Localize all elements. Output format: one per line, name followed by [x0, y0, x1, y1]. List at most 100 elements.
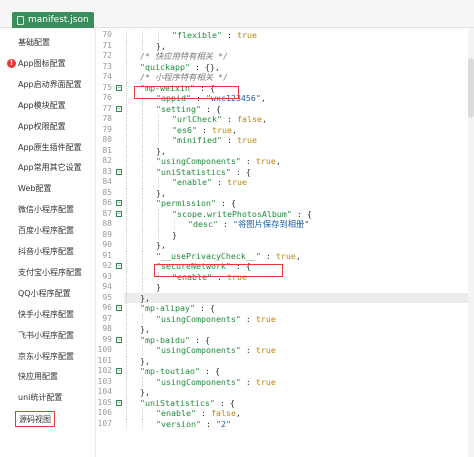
fold-toggle-icon[interactable]: −: [116, 84, 122, 91]
code-line[interactable]: "uniStatistics" : {: [124, 397, 474, 408]
code-token: :: [240, 156, 256, 166]
code-line[interactable]: }: [124, 282, 474, 293]
editor-scrollbar[interactable]: [468, 28, 474, 457]
code-line[interactable]: "desc" : "将图片保存到相册": [124, 219, 474, 230]
sidebar-item[interactable]: App常用其它设置: [18, 160, 82, 176]
sidebar-item[interactable]: uni统计配置: [18, 390, 62, 406]
code-line[interactable]: },: [124, 145, 474, 156]
sidebar-item[interactable]: 基础配置: [18, 35, 50, 51]
code-line[interactable]: },: [124, 292, 474, 303]
sidebar-item[interactable]: App图标配置: [18, 56, 66, 72]
sidebar-item[interactable]: 京东小程序配置: [18, 349, 74, 365]
fold-toggle-icon[interactable]: −: [116, 200, 122, 206]
code-line[interactable]: "enable" : true: [124, 177, 474, 188]
code-token: },: [156, 40, 166, 51]
tab-manifest-json[interactable]: manifest.json: [12, 12, 94, 28]
sidebar-item[interactable]: QQ小程序配置: [18, 286, 71, 302]
code-token: "usingComponents": [156, 156, 241, 166]
line-number: 72: [102, 51, 112, 60]
code-line[interactable]: "setting" : {: [124, 103, 474, 114]
code-line[interactable]: "quickapp" : {},: [124, 61, 474, 72]
code-token: "enable": [172, 177, 212, 187]
fold-toggle-icon[interactable]: −: [116, 399, 122, 406]
code-line[interactable]: "__usePrivacyCheck__" : true,: [124, 250, 474, 261]
indent-guide: [126, 408, 127, 419]
code-token: true: [255, 313, 276, 324]
code-token: ,: [261, 114, 267, 124]
code-line[interactable]: "usingComponents" : true,: [124, 156, 474, 167]
code-line[interactable]: "usingComponents" : true: [124, 345, 474, 356]
line-number: 101: [97, 355, 112, 365]
code-line[interactable]: "es6" : true,: [124, 124, 474, 135]
code-token: "version": [156, 418, 201, 429]
error-icon: !: [7, 59, 16, 69]
scrollbar-thumb[interactable]: [468, 58, 474, 118]
code-line[interactable]: },: [124, 240, 474, 251]
line-number: 78: [102, 114, 112, 123]
line-number: 82: [102, 156, 112, 165]
code-token: :: [211, 177, 227, 187]
sidebar-item[interactable]: 快应用配置: [18, 369, 58, 385]
fold-toggle-icon[interactable]: −: [116, 168, 122, 175]
code-line[interactable]: },: [124, 40, 474, 51]
sidebar-item[interactable]: 源码视图: [15, 411, 55, 428]
sidebar-item[interactable]: 支付宝小程序配置: [18, 265, 82, 281]
code-line[interactable]: "flexible" : true: [124, 30, 474, 41]
code-line[interactable]: "mp-toutiao" : {: [124, 366, 474, 377]
fold-toggle-icon[interactable]: −: [116, 336, 122, 343]
code-token: false: [210, 408, 236, 418]
sidebar-item[interactable]: App模块配置: [18, 98, 66, 114]
indent-guide: [126, 418, 127, 429]
fold-toggle-icon[interactable]: −: [116, 210, 122, 217]
sidebar-item[interactable]: 快手小程序配置: [18, 307, 74, 323]
line-number: 77: [102, 103, 112, 113]
indent-guide: [126, 292, 127, 303]
code-token: "desc": [188, 219, 218, 229]
code-token: "usingComponents": [156, 313, 241, 324]
code-line[interactable]: "usingComponents" : true: [124, 376, 474, 387]
code-line[interactable]: "scope.writePhotosAlbum" : {: [124, 208, 474, 219]
indent-guide: [126, 366, 127, 377]
fold-toggle-icon[interactable]: −: [116, 105, 122, 112]
code-line[interactable]: /* 快应用特有相关 */: [124, 51, 474, 62]
code-line[interactable]: "permission" : {: [124, 198, 474, 209]
code-line[interactable]: },: [124, 324, 474, 335]
indent-guide: [126, 82, 127, 93]
line-number: 104: [97, 387, 112, 396]
indent-guide: [142, 156, 143, 167]
code-line[interactable]: "mp-baidu" : {: [124, 334, 474, 345]
sidebar-item[interactable]: 百度小程序配置: [18, 223, 74, 239]
indent-guide: [142, 145, 143, 156]
code-line[interactable]: },: [124, 187, 474, 198]
code-token: },: [140, 387, 150, 397]
sidebar-item[interactable]: App权限配置: [18, 119, 66, 135]
code-line[interactable]: "usingComponents" : true: [124, 313, 474, 324]
sidebar-item[interactable]: 微信小程序配置: [18, 202, 74, 218]
code-line[interactable]: "version" : "2": [124, 418, 474, 429]
sidebar-item[interactable]: App启动界面配置: [18, 77, 82, 93]
indent-guide: [142, 208, 143, 219]
tab-label: manifest.json: [28, 15, 89, 25]
code-line[interactable]: "urlCheck" : false,: [124, 114, 474, 125]
code-token: :: [240, 313, 256, 324]
code-line[interactable]: "uniStatistics" : {: [124, 166, 474, 177]
code-line[interactable]: /* 小程序特有相关 */: [124, 72, 474, 83]
sidebar-item[interactable]: 抖音小程序配置: [18, 244, 74, 260]
indent-guide: [142, 177, 143, 188]
fold-toggle-icon[interactable]: −: [116, 305, 122, 311]
code-line[interactable]: }: [124, 229, 474, 240]
code-line[interactable]: "minified" : true: [124, 135, 474, 146]
sidebar-item[interactable]: App原生插件配置: [18, 140, 82, 156]
fold-toggle-icon[interactable]: −: [116, 368, 122, 374]
code-line[interactable]: },: [124, 387, 474, 398]
code-token: : {: [215, 198, 236, 208]
indent-guide: [158, 135, 159, 146]
sidebar-item[interactable]: 飞书小程序配置: [18, 328, 74, 344]
fold-toggle-icon[interactable]: −: [116, 263, 122, 269]
sidebar-item[interactable]: Web配置: [18, 181, 51, 197]
line-number: 80: [102, 135, 112, 144]
code-line[interactable]: },: [124, 355, 474, 366]
code-line[interactable]: "mp-alipay" : {: [124, 303, 474, 314]
code-line[interactable]: "enable" : false,: [124, 408, 474, 419]
code-token: true: [211, 124, 232, 135]
